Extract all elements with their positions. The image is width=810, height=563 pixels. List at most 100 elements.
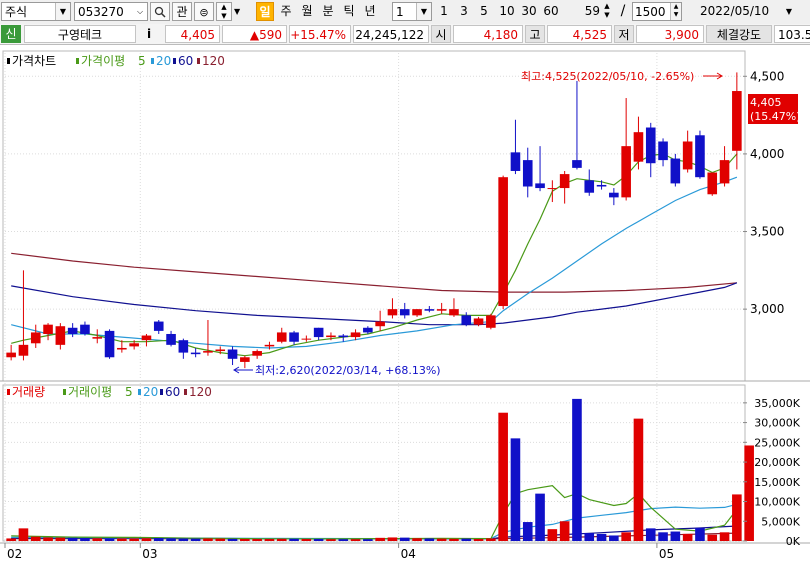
high-label: 고 xyxy=(525,25,545,43)
volume-bar xyxy=(547,529,558,541)
date-input[interactable]: 2022/05/10 ▼ xyxy=(700,2,792,21)
chevron-up-icon: ▲ xyxy=(221,3,227,11)
current-price: 4,405 xyxy=(165,25,220,43)
volume-bar xyxy=(412,538,422,541)
strength-label: 체결강도 xyxy=(706,25,772,43)
low-price: 3,900 xyxy=(636,25,704,43)
candle-body xyxy=(645,127,656,164)
open-price: 4,180 xyxy=(453,25,523,43)
candle-body xyxy=(326,335,336,338)
chevron-down-icon: ▼ xyxy=(604,11,610,19)
chevron-down-icon: ▼ xyxy=(416,3,431,20)
time-tick-label: 03 xyxy=(142,547,157,561)
legend-marker xyxy=(184,389,187,395)
interval-button-1[interactable]: 1 xyxy=(437,2,451,21)
legend-marker xyxy=(160,389,163,395)
candle-body xyxy=(190,352,201,355)
bar-count-spinner[interactable]: ▲ ▼ xyxy=(601,2,613,21)
period-button-week[interactable]: 주 xyxy=(278,2,294,21)
volume-bar xyxy=(43,537,53,541)
volume-bar xyxy=(178,538,189,541)
period-button-tick[interactable]: 틱 xyxy=(341,2,357,21)
price-change: ▲590 xyxy=(222,25,287,43)
volume-bar xyxy=(461,538,472,541)
info-button[interactable]: i xyxy=(140,25,158,43)
volume-bar xyxy=(92,538,103,541)
interval-button-10[interactable]: 10 xyxy=(497,2,517,21)
volume-bar xyxy=(436,538,447,541)
interval-button-30[interactable]: 30 xyxy=(519,2,539,21)
bar-count[interactable]: 59 xyxy=(580,2,600,21)
interval-button-5[interactable]: 5 xyxy=(477,2,491,21)
candle-body xyxy=(682,141,693,170)
volume-bar xyxy=(326,539,336,541)
period-button-day[interactable]: 일 xyxy=(256,2,274,21)
candle-body xyxy=(141,335,152,341)
period-button-year[interactable]: 년 xyxy=(362,2,378,21)
period-button-month[interactable]: 월 xyxy=(299,2,315,21)
volume-bar xyxy=(449,538,459,541)
spin-button[interactable]: ▲ ▼ xyxy=(216,2,232,21)
volume-bar xyxy=(252,539,262,541)
toolbar: 주식 ▼ 053270 ⌵ 관 ⊜ ▲ ▼ ▼ 일 주 월 분 틱 년 1 ▼ 1… xyxy=(0,0,810,25)
candle-body xyxy=(535,183,545,189)
price-ma20-label: 20 xyxy=(156,54,171,68)
candle-body xyxy=(153,321,164,331)
candle-body xyxy=(572,160,582,168)
favorite-button[interactable]: 관 xyxy=(172,2,192,21)
low-label: 저 xyxy=(614,25,634,43)
stock-code-value: 053270 xyxy=(78,5,124,19)
chevron-down-icon: ⌵ xyxy=(133,3,147,20)
volume-bar xyxy=(682,533,693,541)
price-legend: 가격차트 가격이평 5 20 60 120 xyxy=(7,54,225,68)
candle-body xyxy=(387,309,398,316)
volume-bar xyxy=(707,534,718,541)
interval-button-3[interactable]: 3 xyxy=(457,2,471,21)
period-button-minute[interactable]: 분 xyxy=(320,2,336,21)
legend-marker xyxy=(76,58,79,64)
candle-body xyxy=(584,180,595,193)
sync-button[interactable]: ⊜ xyxy=(194,2,214,21)
open-label: 시 xyxy=(431,25,451,43)
interval-select[interactable]: 1 ▼ xyxy=(392,2,432,21)
volume-bar xyxy=(596,533,607,541)
volume-bar xyxy=(338,539,349,541)
candle-body xyxy=(264,344,275,347)
chevron-down-icon[interactable]: ▼ xyxy=(234,2,244,21)
candle-body xyxy=(732,91,742,151)
candle-body xyxy=(117,347,127,350)
legend-marker xyxy=(197,58,200,64)
search-button[interactable] xyxy=(150,2,170,21)
volume-bar xyxy=(6,538,16,541)
candle-body xyxy=(178,340,189,353)
stock-code-input[interactable]: 053270 ⌵ xyxy=(74,2,148,21)
bar-separator: / xyxy=(620,3,626,19)
candle-body xyxy=(30,332,41,344)
interval-button-60[interactable]: 60 xyxy=(541,2,561,21)
volume-bar xyxy=(129,538,139,541)
price-tick-label: 4,000 xyxy=(750,147,784,161)
market-type-select[interactable]: 주식 ▼ xyxy=(1,2,71,21)
volume-bar xyxy=(67,537,78,541)
volume-bar xyxy=(387,537,398,541)
volume-bar xyxy=(559,521,570,541)
bar-total-input[interactable]: 1500 ▲ ▼ xyxy=(632,2,682,21)
interval-value: 1 xyxy=(396,5,404,19)
volume-bar xyxy=(264,539,275,541)
volume-bar xyxy=(30,536,41,541)
candle-body xyxy=(166,333,176,345)
bar-total-value: 1500 xyxy=(635,5,666,19)
price-ma120-label: 120 xyxy=(202,54,225,68)
volume-bar xyxy=(719,532,730,541)
volume-bar xyxy=(498,412,508,541)
candle-body xyxy=(129,343,139,347)
candle-body xyxy=(498,177,508,307)
candle-body xyxy=(633,132,644,162)
candle-body xyxy=(203,351,213,353)
candle-body xyxy=(301,338,312,340)
volume-bar xyxy=(363,539,373,541)
stock-name[interactable]: 구영테크 xyxy=(24,25,136,43)
chevron-down-icon: ▼ xyxy=(785,7,792,16)
stock-chart[interactable]: 3,000 3,500 4,000 4,500 0K 5,000K 10,000K 15,00… xyxy=(0,45,810,563)
high-annotation: 최고:4,525(2022/05/10, -2.65%) xyxy=(521,70,694,83)
